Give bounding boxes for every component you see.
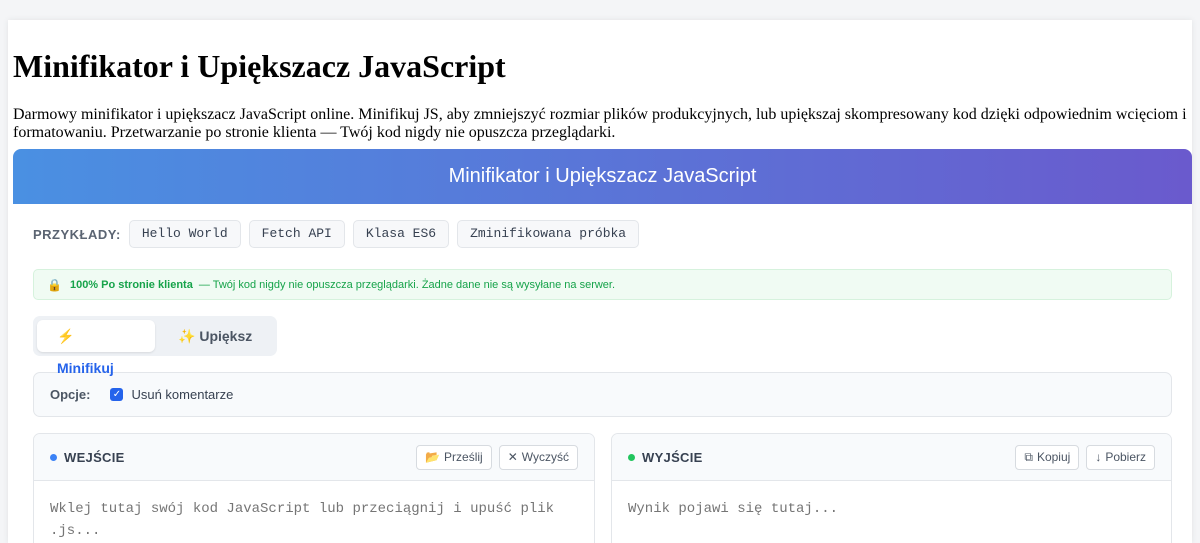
lock-icon: 🔒 <box>47 277 62 292</box>
examples-bar: PRZYKŁADY: Hello World Fetch API Klasa E… <box>33 220 1172 248</box>
output-status-dot <box>628 453 635 461</box>
remove-comments-label[interactable]: Usuń komentarze <box>131 387 233 402</box>
close-icon: ✕ <box>507 449 518 464</box>
upload-button[interactable]: 📂 Prześlij <box>416 444 492 470</box>
page-intro: Darmowy minifikator i upiększacz JavaScr… <box>13 106 1187 141</box>
clear-label: Wyczyść <box>521 449 569 464</box>
mode-beautify-tab[interactable]: ✨ Upiększ <box>155 320 272 352</box>
options-bar: Opcje: ✓ Usuń komentarze <box>33 372 1172 417</box>
tool-card: Minifikator i Upiększacz JavaScript PRZY… <box>13 149 1192 543</box>
output-textarea[interactable] <box>612 481 1171 543</box>
mode-switch: ⚡ Minifikuj ✨ Upiększ <box>33 316 277 376</box>
options-label: Opcje: <box>50 387 91 402</box>
folder-icon: 📂 <box>425 449 441 464</box>
privacy-bold: 100% Po stronie klienta <box>69 278 193 291</box>
page: Minifikator i Upiększacz JavaScript Darm… <box>8 20 1192 543</box>
clear-button[interactable]: ✕ Wyczyść <box>498 444 578 470</box>
lightning-icon: ⚡ <box>57 328 75 344</box>
tool-header: Minifikator i Upiększacz JavaScript <box>13 149 1192 204</box>
mode-minify-tab[interactable]: ⚡ Minifikuj <box>37 320 155 376</box>
tool-body: PRZYKŁADY: Hello World Fetch API Klasa E… <box>13 220 1192 543</box>
output-title: WYJŚCIE <box>642 449 703 465</box>
remove-comments-checkbox[interactable]: ✓ <box>110 388 124 401</box>
copy-icon: ⧉ <box>1024 449 1033 464</box>
input-pane-header: WEJŚCIE 📂 Prześlij ✕ Wyczyść <box>34 434 594 481</box>
sparkles-icon: ✨ <box>178 328 196 344</box>
editor-panes: WEJŚCIE 📂 Prześlij ✕ Wyczyść Wklej tutaj… <box>33 433 1172 543</box>
examples-label: PRZYKŁADY: <box>33 226 121 242</box>
example-hello-world[interactable]: Hello World <box>128 220 241 248</box>
privacy-notice: 🔒 100% Po stronie klienta — Twój kod nig… <box>33 269 1172 300</box>
input-status-dot <box>50 453 57 461</box>
page-title: Minifikator i Upiększacz JavaScript <box>13 48 506 84</box>
input-title: WEJŚCIE <box>64 449 125 465</box>
content: Minifikator i Upiększacz JavaScript Darm… <box>8 48 1192 543</box>
mode-minify-label: Minifikuj <box>57 360 114 376</box>
download-button[interactable]: ↓ Pobierz <box>1086 444 1155 470</box>
output-pane-header: WYJŚCIE ⧉ Kopiuj ↓ Pobierz <box>612 434 1171 481</box>
download-label: Pobierz <box>1105 449 1146 464</box>
example-es6-class[interactable]: Klasa ES6 <box>352 220 450 248</box>
upload-label: Prześlij <box>444 449 483 464</box>
input-textarea[interactable] <box>34 481 594 543</box>
input-pane: WEJŚCIE 📂 Prześlij ✕ Wyczyść <box>33 433 595 543</box>
example-minified-sample[interactable]: Zminifikowana próbka <box>457 220 640 248</box>
example-fetch-api[interactable]: Fetch API <box>248 220 345 248</box>
output-pane: WYJŚCIE ⧉ Kopiuj ↓ Pobierz <box>611 433 1172 543</box>
copy-button[interactable]: ⧉ Kopiuj <box>1015 444 1080 470</box>
privacy-text: — Twój kod nigdy nie opuszcza przeglądar… <box>198 278 616 291</box>
copy-label: Kopiuj <box>1036 449 1071 464</box>
download-icon: ↓ <box>1095 449 1102 464</box>
mode-beautify-label: Upiększ <box>199 328 253 344</box>
